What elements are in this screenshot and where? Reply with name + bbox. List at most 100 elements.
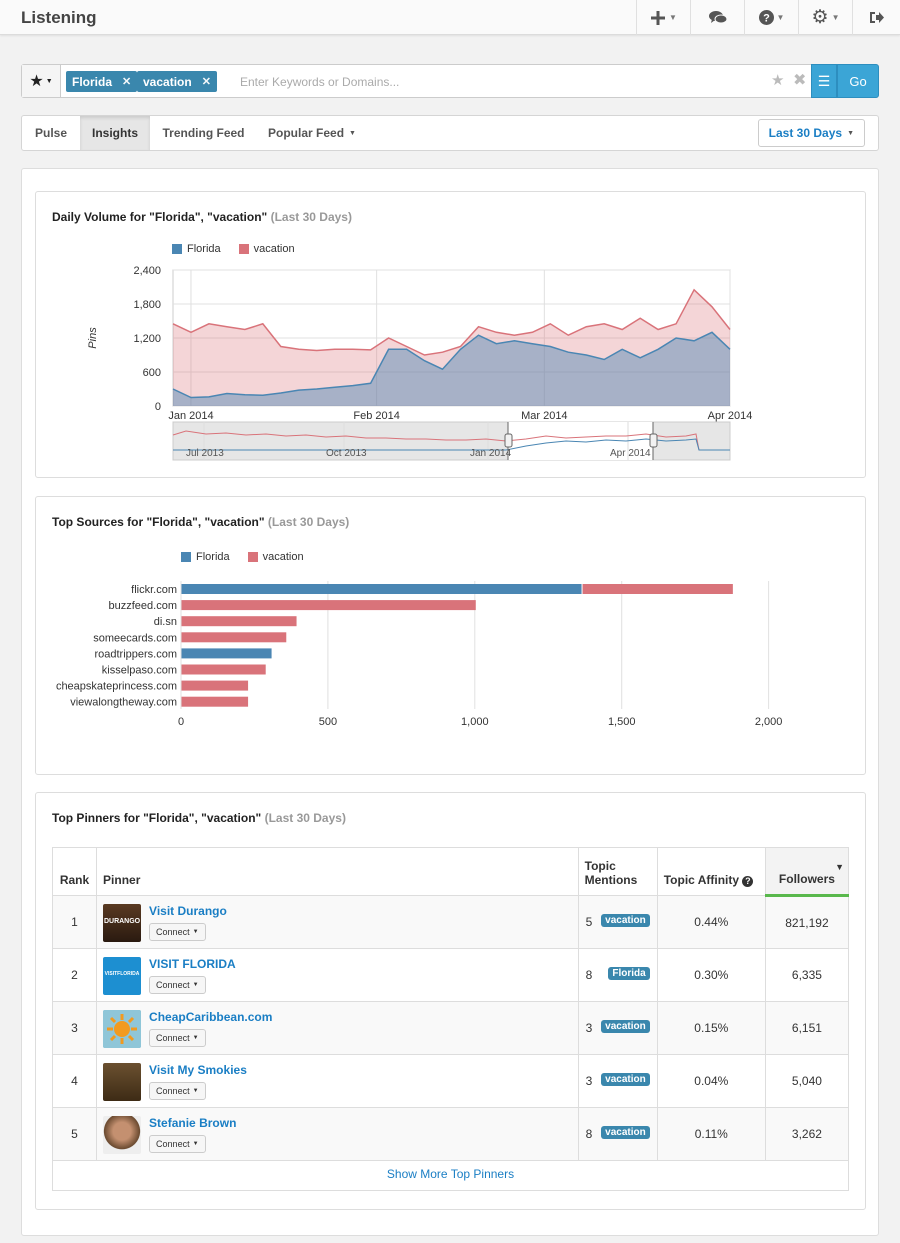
mention-count: 5 [585, 915, 593, 929]
add-menu-button[interactable]: ▼ [636, 0, 690, 35]
connect-label: Connect [156, 1139, 190, 1149]
followers-cell: 821,192 [764, 895, 850, 949]
table-row: 5 Stefanie Brown Connect ▼ 8 vacation 0.11% 3,2… [51, 1107, 850, 1161]
topic-badge[interactable]: vacation [601, 1126, 650, 1139]
date-range-label: Last 30 Days [768, 126, 843, 140]
table-row: 4 Visit My Smokies Connect ▼ 3 vacation 0.04% 5… [51, 1054, 850, 1108]
pinner-name-link[interactable]: Stefanie Brown [149, 1116, 236, 1130]
affinity-cell: 0.11% [656, 1107, 766, 1161]
bar-florida [181, 648, 272, 659]
chart-series [181, 584, 733, 707]
column-header-mentions[interactable]: Topic Mentions [577, 847, 658, 896]
category-label: someecards.com [93, 632, 177, 644]
category-label: buzzfeed.com [109, 600, 177, 612]
top-bar: Listening ▼ ? ▼ ⚙ ▼ [0, 0, 900, 35]
followers-cell: 6,151 [764, 1001, 850, 1055]
navigator-handle [504, 433, 513, 448]
pinner-name-link[interactable]: Visit My Smokies [149, 1063, 247, 1077]
connect-button[interactable]: Connect ▼ [149, 1029, 206, 1047]
avatar-logo-text: VISITFLORIDA [104, 971, 140, 977]
search-tag[interactable]: Florida ✕ [66, 71, 138, 92]
connect-button[interactable]: Connect ▼ [149, 1135, 206, 1153]
pinner-name-link[interactable]: VISIT FLORIDA [149, 957, 236, 971]
search-options-button[interactable]: ☰ [811, 64, 837, 98]
favorite-star-icon[interactable]: ★ [771, 71, 784, 89]
chevron-down-icon: ▼ [192, 929, 199, 935]
insights-container: Daily Volume for "Florida", "vacation" (… [21, 168, 879, 1236]
pinner-name-link[interactable]: Visit Durango [149, 904, 227, 918]
daily-volume-panel: Daily Volume for "Florida", "vacation" (… [35, 191, 866, 478]
chevron-down-icon: ▼ [831, 13, 840, 22]
avatar[interactable]: VISITFLORIDA [103, 957, 142, 995]
topic-badge[interactable]: vacation [601, 1020, 650, 1033]
go-button[interactable]: Go [837, 64, 879, 98]
pinner-cell: DURANGO Visit Durango Connect ▼ [96, 895, 579, 949]
topic-badge[interactable]: Florida [608, 967, 650, 980]
help-icon[interactable]: ? [742, 876, 754, 887]
x-tick-label: 2,000 [755, 716, 783, 728]
avatar[interactable] [103, 1063, 142, 1101]
column-header-label: Topic Affinity [663, 873, 740, 887]
pinner-name-link[interactable]: CheapCaribbean.com [149, 1010, 272, 1024]
panel-title: Top Pinners for "Florida", "vacation" (L… [52, 811, 346, 825]
table-row: 2 VISITFLORIDA VISIT FLORIDA Connect ▼ 8 Flori… [51, 948, 850, 1002]
remove-tag-icon[interactable]: ✕ [122, 75, 131, 88]
connect-button[interactable]: Connect ▼ [149, 1082, 206, 1100]
mention-count: 3 [585, 1074, 593, 1088]
search-tag[interactable]: vacation ✕ [137, 71, 217, 92]
sun-logo-icon [103, 1010, 142, 1048]
chevron-down-icon: ▼ [192, 1035, 199, 1041]
affinity-cell: 0.30% [656, 948, 766, 1002]
connect-button[interactable]: Connect ▼ [149, 976, 206, 994]
column-header-affinity[interactable]: Topic Affinity ? [656, 847, 766, 896]
mention-count: 8 [585, 1127, 593, 1141]
show-more-pinners-link[interactable]: Show More Top Pinners [52, 1159, 849, 1191]
connect-button[interactable]: Connect ▼ [149, 923, 206, 941]
search-input[interactable] [240, 71, 780, 92]
x-tick-label: 0 [178, 716, 184, 728]
column-header-pinner[interactable]: Pinner [96, 847, 579, 896]
y-tick-label: 1,200 [133, 333, 161, 345]
table-row: 3 CheapCaribbean.com Connect ▼ 3 vacation 0.15… [51, 1001, 850, 1055]
category-label: di.sn [154, 616, 177, 628]
chevron-down-icon: ▼ [349, 129, 356, 137]
topic-badge[interactable]: vacation [601, 914, 650, 927]
tab-pulse[interactable]: Pulse [22, 116, 80, 150]
settings-menu-button[interactable]: ⚙ ▼ [798, 0, 852, 35]
range-navigator[interactable]: Jul 2013 Oct 2013 Jan 2014 Apr 2014 [172, 421, 731, 461]
column-header-followers[interactable]: Followers ▼ [764, 847, 850, 897]
bar-vacation [181, 600, 476, 611]
y-axis-ticks: 0 600 1,200 1,800 2,400 [133, 265, 161, 413]
avatar[interactable] [103, 1116, 142, 1154]
tab-insights[interactable]: Insights [80, 116, 150, 150]
saved-searches-button[interactable]: ★ ▼ [22, 65, 61, 97]
tab-popular-feed[interactable]: Popular Feed ▼ [257, 116, 367, 150]
category-label: cheapskateprincess.com [56, 681, 177, 693]
remove-tag-icon[interactable]: ✕ [202, 75, 211, 88]
top-sources-chart: flickr.com buzzfeed.com di.sn someecards.co… [56, 581, 783, 728]
y-tick-label: 1,800 [133, 299, 161, 311]
x-tick-label: 500 [319, 716, 337, 728]
bar-vacation [181, 632, 287, 643]
date-range-dropdown[interactable]: Last 30 Days ▼ [757, 119, 865, 147]
column-header-label: Followers [778, 872, 835, 886]
y-tick-label: 600 [143, 367, 161, 379]
column-header-rank[interactable]: Rank [51, 847, 98, 896]
tab-trending-feed[interactable]: Trending Feed [150, 116, 257, 150]
mentions-cell: 5 vacation [577, 895, 658, 949]
category-labels: flickr.com buzzfeed.com di.sn someecards.co… [56, 584, 177, 709]
star-icon: ★ [29, 73, 44, 90]
logout-button[interactable] [852, 0, 900, 35]
topic-badge[interactable]: vacation [601, 1073, 650, 1086]
avatar[interactable]: DURANGO [103, 904, 142, 942]
top-sources-panel: Top Sources for "Florida", "vacation" (L… [35, 496, 866, 775]
chevron-down-icon: ▼ [192, 1088, 199, 1094]
clear-search-icon[interactable]: ✖ [793, 70, 806, 90]
panel-title-range: (Last 30 Days) [264, 811, 346, 825]
chat-button[interactable] [690, 0, 744, 35]
help-menu-button[interactable]: ? ▼ [744, 0, 798, 35]
pinner-cell: VISITFLORIDA VISIT FLORIDA Connect ▼ [96, 948, 579, 1002]
avatar[interactable] [103, 1010, 142, 1048]
y-tick-label: 0 [155, 401, 161, 413]
navigator-label: Oct 2013 [326, 448, 367, 459]
